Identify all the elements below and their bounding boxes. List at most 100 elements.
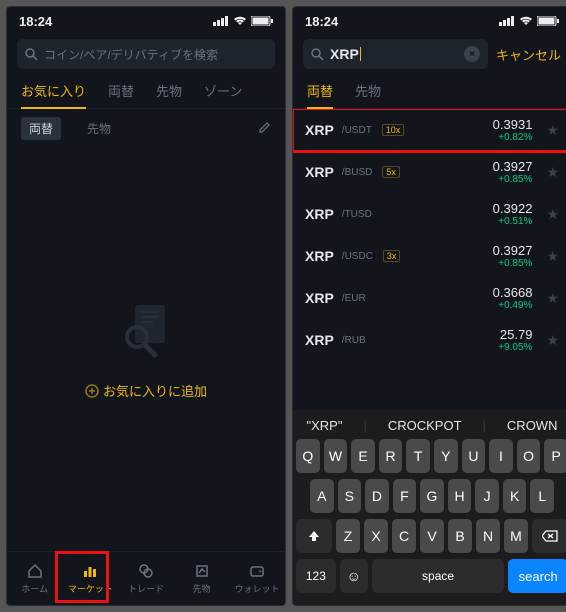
quote-pair: /USDC — [342, 251, 373, 262]
pair-row[interactable]: XRP/RUB25.79+9.05%★ — [293, 319, 566, 361]
key-s[interactable]: S — [338, 479, 362, 513]
leverage-badge: 10x — [382, 124, 405, 136]
key-backspace[interactable] — [532, 519, 566, 553]
quote-pair: /TUSD — [342, 209, 372, 220]
star-icon[interactable]: ★ — [546, 122, 559, 139]
key-e[interactable]: E — [351, 439, 375, 473]
tab-spot[interactable]: 両替 — [108, 81, 134, 108]
key-z[interactable]: Z — [336, 519, 360, 553]
status-bar: 18:24 — [293, 7, 566, 35]
status-icons — [499, 16, 559, 26]
key-x[interactable]: X — [364, 519, 388, 553]
search-icon — [311, 48, 324, 61]
status-bar: 18:24 — [7, 7, 285, 35]
clear-icon[interactable]: × — [464, 46, 480, 62]
quote-pair: /EUR — [342, 293, 366, 304]
key-k[interactable]: K — [503, 479, 527, 513]
cancel-button[interactable]: キャンセル — [496, 45, 561, 64]
pair-row[interactable]: XRP/USDT10x0.3931+0.82%★ — [293, 109, 566, 151]
key-a[interactable]: A — [310, 479, 334, 513]
key-q[interactable]: Q — [296, 439, 320, 473]
change-pct: +0.51% — [493, 216, 533, 227]
add-favorite-button[interactable]: お気に入りに追加 — [85, 381, 207, 400]
search-input[interactable]: コイン/ペア/デリバティブを検索 — [17, 39, 275, 69]
tab-futures[interactable]: 先物 — [355, 81, 381, 108]
suggestion[interactable]: CROWN — [507, 418, 558, 433]
key-f[interactable]: F — [393, 479, 417, 513]
key-h[interactable]: H — [448, 479, 472, 513]
change-pct: +0.85% — [493, 258, 533, 269]
edit-icon[interactable] — [259, 120, 271, 138]
key-i[interactable]: I — [489, 439, 513, 473]
sub-tabs: 両替 先物 — [7, 109, 285, 144]
key-shift[interactable] — [296, 519, 332, 553]
text-caret — [360, 47, 361, 61]
suggestion[interactable]: "XRP" — [307, 418, 343, 433]
nav-wallet[interactable]: ウォレット — [229, 552, 285, 605]
star-icon[interactable]: ★ — [546, 332, 559, 349]
key-n[interactable]: N — [476, 519, 500, 553]
result-list[interactable]: XRP/USDT10x0.3931+0.82%★XRP/BUSD5x0.3927… — [293, 109, 566, 410]
pair-row[interactable]: XRP/EUR0.3668+0.49%★ — [293, 277, 566, 319]
signal-icon — [213, 16, 229, 26]
clock: 18:24 — [305, 14, 338, 29]
phone-right: 18:24 XRP × キャンセル 両替 先物 X R P/USDT 10x 0.393… — [292, 6, 566, 606]
quote-pair: /USDT — [342, 125, 372, 136]
key-r[interactable]: R — [379, 439, 403, 473]
empty-state: お気に入りに追加 — [7, 144, 285, 551]
futures-icon — [194, 562, 210, 580]
key-g[interactable]: G — [420, 479, 444, 513]
suggestion[interactable]: CROCKPOT — [388, 418, 462, 433]
price: 25.79 — [498, 327, 532, 342]
pair-row[interactable]: XRP/USDC3x0.3927+0.85%★ — [293, 235, 566, 277]
key-t[interactable]: T — [406, 439, 430, 473]
star-icon[interactable]: ★ — [546, 248, 559, 265]
nav-home[interactable]: ホーム — [7, 552, 63, 605]
tab-favorites[interactable]: お気に入り — [21, 81, 86, 108]
subtab-futures[interactable]: 先物 — [79, 117, 119, 140]
pair-row[interactable]: XRP/TUSD0.3922+0.51%★ — [293, 193, 566, 235]
star-icon[interactable]: ★ — [546, 206, 559, 223]
price: 0.3931 — [493, 117, 533, 132]
bottom-nav: ホーム マーケット トレード 先物 ウォレット — [7, 551, 285, 605]
star-icon[interactable]: ★ — [546, 290, 559, 307]
wallet-icon — [249, 562, 265, 580]
search-placeholder: コイン/ペア/デリバティブを検索 — [44, 46, 218, 63]
tab-futures[interactable]: 先物 — [156, 81, 182, 108]
key-c[interactable]: C — [392, 519, 416, 553]
key-p[interactable]: P — [544, 439, 566, 473]
plus-circle-icon — [85, 384, 99, 398]
key-y[interactable]: Y — [434, 439, 458, 473]
key-l[interactable]: L — [530, 479, 554, 513]
search-icon — [25, 48, 38, 61]
wifi-icon — [233, 16, 247, 26]
key-b[interactable]: B — [448, 519, 472, 553]
subtab-spot[interactable]: 両替 — [21, 117, 61, 140]
home-icon — [27, 562, 43, 580]
key-numbers[interactable]: 123 — [296, 559, 336, 593]
search-input[interactable]: XRP × — [303, 39, 488, 69]
key-d[interactable]: D — [365, 479, 389, 513]
market-icon — [82, 562, 98, 580]
key-j[interactable]: J — [475, 479, 499, 513]
key-u[interactable]: U — [462, 439, 486, 473]
key-emoji[interactable]: ☺ — [340, 559, 368, 593]
star-icon[interactable]: ★ — [546, 164, 559, 181]
quote-pair: /BUSD — [342, 167, 373, 178]
nav-market[interactable]: マーケット — [63, 552, 119, 605]
tab-spot[interactable]: 両替 — [307, 81, 333, 108]
change-pct: +0.82% — [493, 132, 533, 143]
nav-trade[interactable]: トレード — [118, 552, 174, 605]
key-space[interactable]: space — [372, 559, 505, 593]
key-o[interactable]: O — [517, 439, 541, 473]
status-icons — [213, 16, 273, 26]
key-v[interactable]: V — [420, 519, 444, 553]
pair-row[interactable]: XRP/BUSD5x0.3927+0.85%★ — [293, 151, 566, 193]
key-m[interactable]: M — [504, 519, 528, 553]
key-w[interactable]: W — [324, 439, 348, 473]
price: 0.3668 — [493, 285, 533, 300]
tab-zones[interactable]: ゾーン — [204, 81, 242, 108]
key-search[interactable]: search — [508, 559, 566, 593]
keyboard: "XRP"| CROCKPOT| CROWN QWERTYUIOP ASDFGH… — [293, 410, 566, 605]
nav-futures[interactable]: 先物 — [174, 552, 230, 605]
